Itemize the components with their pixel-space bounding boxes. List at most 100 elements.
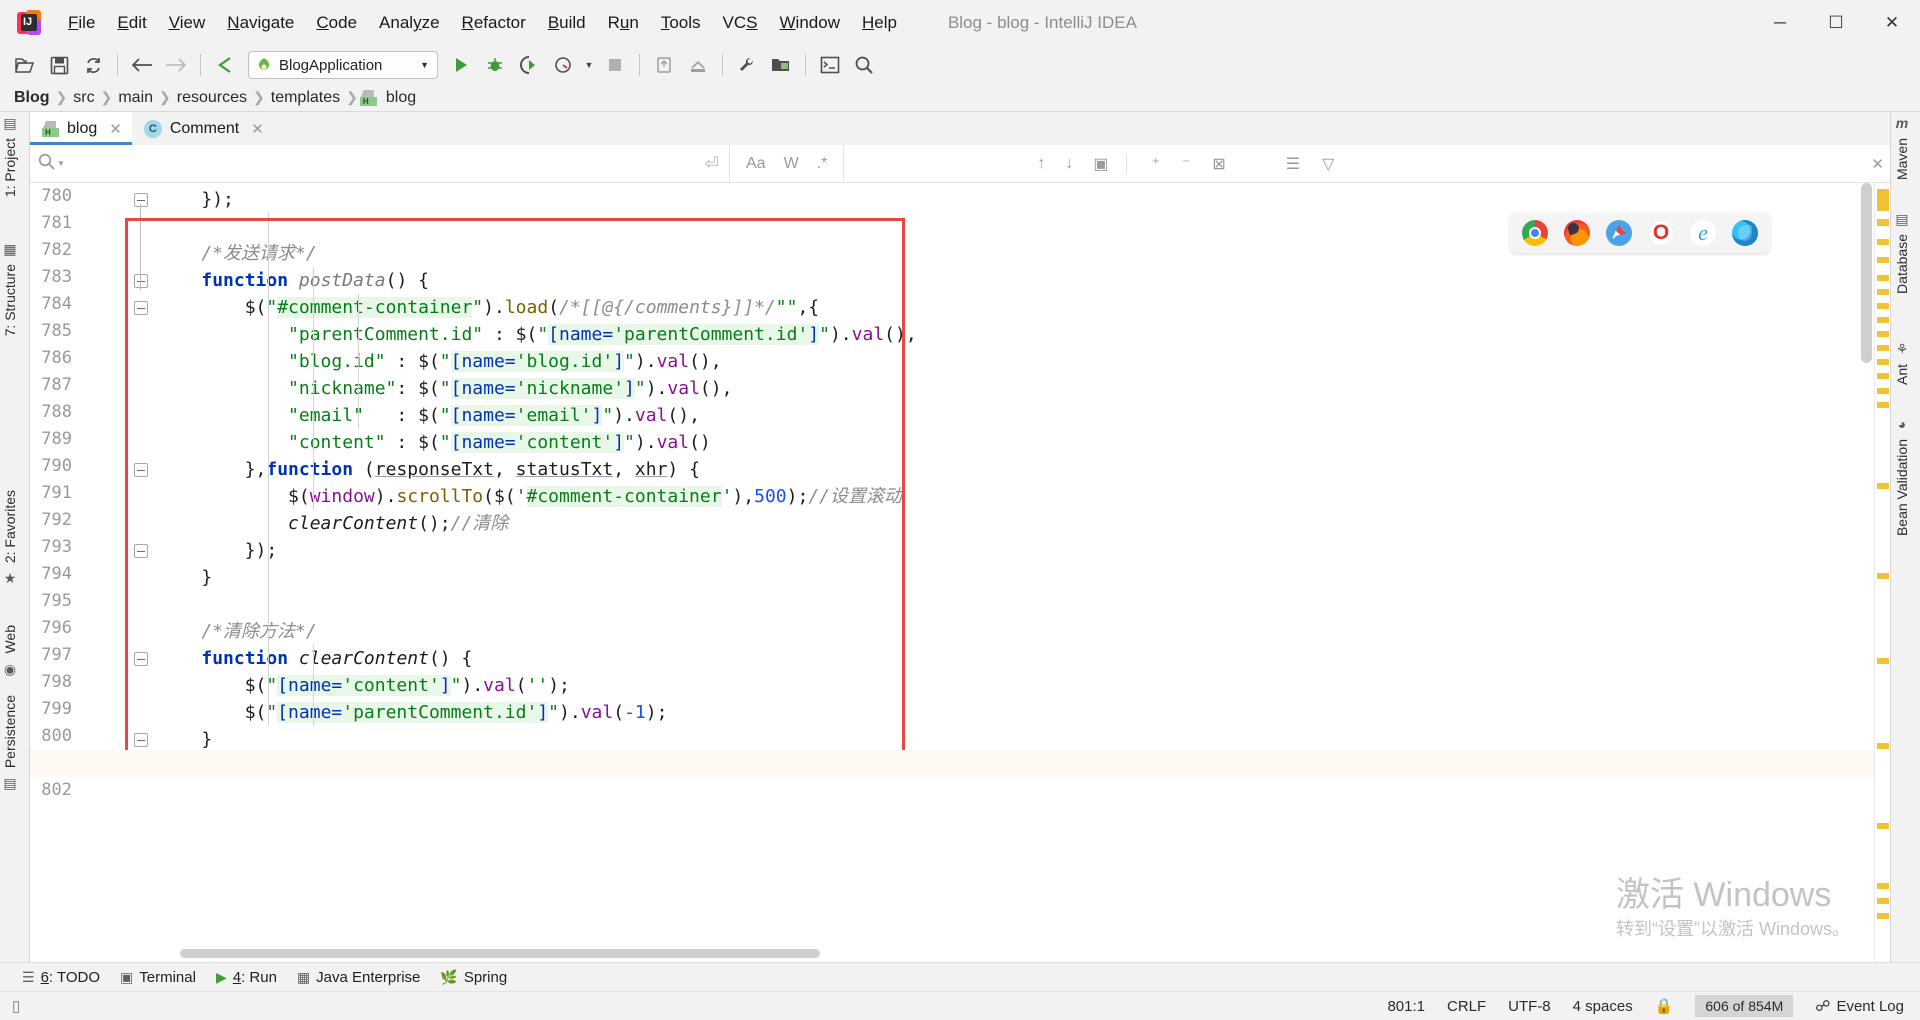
sidebar-item-ant[interactable]: Ant [1894, 356, 1910, 393]
code-line[interactable]: },function (responseTxt, statusTxt, xhr)… [158, 456, 700, 483]
code-line[interactable]: } [158, 564, 212, 591]
back-arrow-icon[interactable] [127, 51, 157, 79]
marker-tick[interactable] [1877, 823, 1889, 829]
menu-item-navigate[interactable]: Navigate [216, 9, 305, 37]
open-folder-icon[interactable] [10, 51, 40, 79]
vertical-scrollbar-thumb[interactable] [1861, 183, 1872, 363]
breadcrumb-item-resources[interactable]: resources [173, 89, 251, 107]
fold-marker[interactable] [134, 274, 148, 288]
words-toggle[interactable]: W [784, 155, 799, 173]
menu-item-analyze[interactable]: Analyze [368, 9, 451, 37]
marker-tick[interactable] [1877, 219, 1889, 226]
code-line[interactable]: /*发送请求*/ [158, 240, 317, 267]
chrome-icon[interactable] [1522, 220, 1548, 246]
code-line[interactable]: function clearContent() { [158, 645, 472, 672]
code-line[interactable]: /*清除方法*/ [158, 618, 317, 645]
marker-tick[interactable] [1877, 359, 1889, 365]
chevron-down-icon[interactable]: ▼ [57, 159, 65, 168]
code-line[interactable]: "blog.id" : $("[name='blog.id']").val(), [158, 348, 722, 375]
search-input[interactable] [65, 147, 695, 181]
update-app-icon[interactable] [649, 51, 679, 79]
minimize-button[interactable]: ─ [1752, 0, 1808, 46]
horizontal-scrollbar[interactable] [180, 949, 820, 958]
build-project-icon[interactable] [683, 51, 713, 79]
marker-tick[interactable] [1877, 658, 1889, 664]
code-line[interactable]: function postData() { [158, 267, 429, 294]
preview-icon[interactable]: ⊠ [1212, 154, 1225, 174]
code-line[interactable]: $(window).scrollTo($('#comment-container… [158, 483, 902, 510]
code-line[interactable]: $("#comment-container").load(/*[[@{/comm… [158, 294, 819, 321]
filter-icon[interactable]: ▽ [1322, 154, 1334, 174]
edge-icon[interactable] [1732, 220, 1758, 246]
debug-icon[interactable] [480, 51, 510, 79]
indent-setting[interactable]: 4 spaces [1573, 998, 1633, 1015]
menu-item-edit[interactable]: Edit [106, 9, 157, 37]
menu-item-refactor[interactable]: Refactor [451, 9, 537, 37]
save-icon[interactable] [44, 51, 74, 79]
code-line[interactable]: $("[name='parentComment.id']").val(-1); [158, 699, 667, 726]
sidebar-item-bean-validation[interactable]: Bean Validation [1894, 431, 1910, 544]
encoding[interactable]: UTF-8 [1508, 998, 1551, 1015]
memory-indicator[interactable]: 606 of 854M [1695, 995, 1793, 1017]
fold-marker[interactable] [134, 652, 148, 666]
code-editor[interactable]: 7807817827837847857867877887897907917927… [30, 183, 1890, 962]
search-everywhere-icon[interactable] [849, 51, 879, 79]
tab-comment-close-icon[interactable]: ✕ [251, 120, 264, 138]
bottom-bar-item-terminal[interactable]: ▣Terminal [110, 967, 206, 988]
opera-icon[interactable] [1648, 220, 1674, 246]
menu-item-run[interactable]: Run [597, 9, 650, 37]
forward-arrow-icon[interactable] [161, 51, 191, 79]
chevron-down-icon[interactable]: ▼ [408, 60, 429, 70]
multiline-toggle-icon[interactable]: ⏎ [695, 154, 729, 174]
menu-item-tools[interactable]: Tools [650, 9, 712, 37]
breadcrumb-item-main[interactable]: main [114, 89, 157, 107]
terminal-icon[interactable] [815, 51, 845, 79]
toggle-toolwindow-icon[interactable]: ▯ [12, 997, 20, 1015]
fold-marker[interactable] [134, 301, 148, 315]
marker-tick[interactable] [1877, 345, 1889, 351]
marker-tick[interactable] [1877, 257, 1889, 263]
sidebar-item-database[interactable]: Database [1894, 226, 1910, 302]
menu-item-code[interactable]: Code [305, 9, 368, 37]
marker-tick[interactable] [1877, 898, 1889, 904]
settings-wrench-icon[interactable] [732, 51, 762, 79]
run-icon[interactable] [446, 51, 476, 79]
caret-position[interactable]: 801:1 [1387, 998, 1425, 1015]
code-line[interactable]: "nickname": $("[name='nickname']").val()… [158, 375, 732, 402]
code-line[interactable]: }); [158, 537, 277, 564]
sidebar-item-maven[interactable]: Maven [1894, 130, 1910, 188]
run-configuration-selector[interactable]: BlogApplication ▼ [248, 51, 438, 79]
tab-comment[interactable]: C Comment ✕ [132, 112, 274, 145]
line-separator[interactable]: CRLF [1447, 998, 1486, 1015]
code-line[interactable]: $("[name='content']").val(''); [158, 672, 570, 699]
fold-marker[interactable] [134, 193, 148, 207]
fold-marker[interactable] [134, 463, 148, 477]
code-line[interactable]: "email" : $("[name='email']").val(), [158, 402, 700, 429]
marker-tick[interactable] [1877, 743, 1889, 749]
add-line-icon[interactable]: ⁺ [1151, 154, 1159, 174]
marker-tick[interactable] [1877, 275, 1889, 281]
sidebar-item-favorites[interactable]: 2: Favorites [2, 482, 18, 571]
bottom-bar-item-java-enterprise[interactable]: ▦Java Enterprise [287, 967, 430, 988]
marker-tick[interactable] [1877, 883, 1889, 889]
sidebar-item-project[interactable]: 1: Project [2, 130, 18, 205]
marker-tick[interactable] [1877, 373, 1889, 379]
arrow-up-icon[interactable]: ↑ [1037, 155, 1045, 173]
marker-tick[interactable] [1877, 303, 1889, 309]
marker-stripe[interactable] [1874, 183, 1890, 962]
select-all-occurrences-icon[interactable]: ▣ [1093, 154, 1108, 174]
stop-icon[interactable] [600, 51, 630, 79]
menu-item-help[interactable]: Help [851, 9, 908, 37]
menu-item-build[interactable]: Build [537, 9, 597, 37]
fold-marker[interactable] [134, 544, 148, 558]
close-button[interactable]: ✕ [1864, 0, 1920, 46]
menu-item-vcs[interactable]: VCS [712, 9, 769, 37]
code-line[interactable]: "content" : $("[name='content']").val() [158, 429, 711, 456]
code-line[interactable]: } [158, 726, 212, 753]
code-line[interactable]: }); [158, 186, 234, 213]
code-content[interactable]: }); /*发送请求*/ function postData() { $("#c… [158, 183, 1890, 962]
exclude-icon[interactable]: ⁻ [1182, 154, 1190, 174]
bottom-bar-item-spring[interactable]: 🌿Spring [430, 967, 517, 988]
marker-tick[interactable] [1877, 402, 1889, 408]
fold-marker[interactable] [134, 733, 148, 747]
